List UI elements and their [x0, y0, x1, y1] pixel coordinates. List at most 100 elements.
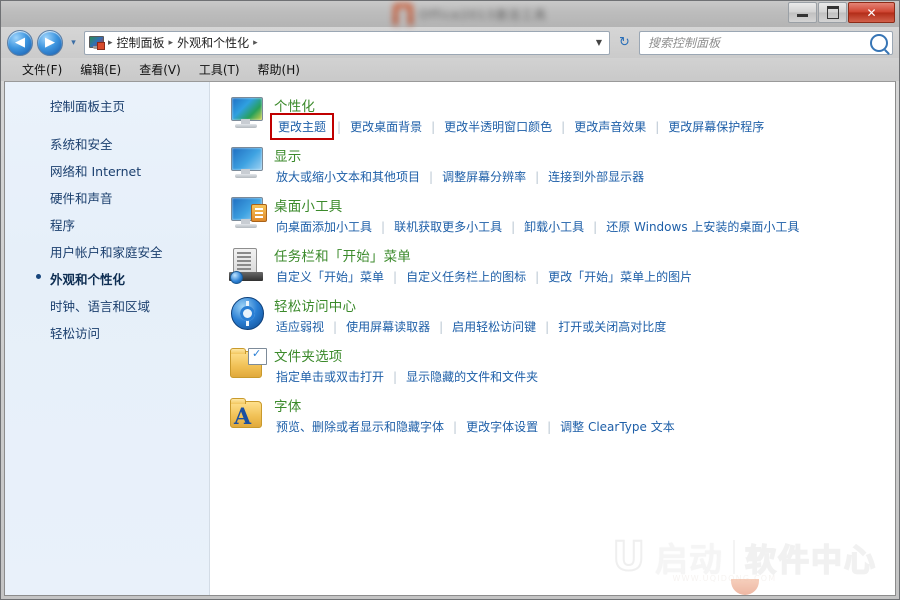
link-adjust-resolution[interactable]: 调整屏幕分辨率 [440, 167, 528, 186]
ease-of-access-icon [228, 296, 268, 334]
address-dropdown-icon[interactable]: ▼ [591, 38, 607, 47]
category-links: 向桌面添加小工具 | 联机获取更多小工具 | 卸载小工具 | 还原 Window… [274, 217, 801, 236]
sidebar-item-appearance-and-personalization[interactable]: 外观和个性化 [5, 265, 209, 292]
close-button[interactable]: ✕ [848, 2, 895, 23]
window-controls: ✕ [788, 2, 895, 23]
link-turn-on-easy-access-keys[interactable]: 启用轻松访问键 [450, 317, 538, 336]
category-title-display[interactable]: 显示 [274, 145, 646, 165]
category-folder-options: 文件夹选项 指定单击或双击打开 | 显示隐藏的文件和文件夹 [210, 344, 895, 394]
history-dropdown-icon[interactable]: ▾ [67, 31, 80, 55]
link-separator: | [528, 270, 546, 284]
menu-edit[interactable]: 编辑(E) [71, 59, 130, 80]
category-title-personalization[interactable]: 个性化 [274, 95, 766, 115]
breadcrumb-item-appearance[interactable]: 外观和个性化 [174, 34, 252, 51]
menu-file[interactable]: 文件(F) [13, 59, 71, 80]
restore-icon [827, 6, 839, 19]
link-preview-delete-fonts[interactable]: 预览、删除或者显示和隐藏字体 [274, 417, 446, 436]
refresh-button[interactable]: ↻ [614, 32, 635, 53]
menu-tools[interactable]: 工具(T) [190, 59, 249, 80]
search-box[interactable]: 搜索控制面板 [639, 31, 893, 55]
watermark-brand: 启动 [655, 533, 723, 581]
link-separator: | [374, 220, 392, 234]
category-title-desktop-gadgets[interactable]: 桌面小工具 [274, 195, 801, 215]
menu-help[interactable]: 帮助(H) [249, 59, 309, 80]
maximize-restore-button[interactable] [818, 2, 847, 23]
link-change-window-color[interactable]: 更改半透明窗口颜色 [442, 117, 554, 136]
link-use-screen-reader[interactable]: 使用屏幕读取器 [344, 317, 432, 336]
sidebar-item-clock-language-region[interactable]: 时钟、语言和区域 [5, 292, 209, 319]
forward-button[interactable]: ▶ [37, 30, 63, 56]
back-button[interactable]: ◀ [7, 30, 33, 56]
link-restore-gadgets[interactable]: 还原 Windows 上安装的桌面小工具 [604, 217, 801, 236]
link-separator: | [554, 120, 572, 134]
category-body: 字体 预览、删除或者显示和隐藏字体 | 更改字体设置 | 调整 ClearTyp… [268, 394, 677, 436]
category-title-ease-of-access[interactable]: 轻松访问中心 [274, 295, 668, 315]
link-adjust-cleartype[interactable]: 调整 ClearType 文本 [558, 417, 677, 436]
link-separator: | [330, 120, 348, 134]
link-separator: | [528, 170, 546, 184]
link-change-screen-saver[interactable]: 更改屏幕保护程序 [666, 117, 766, 136]
sidebar-item-network-and-internet[interactable]: 网络和 Internet [5, 157, 209, 184]
title-bar: Office2013激活工具 ✕ [1, 1, 899, 27]
address-bar: ◀ ▶ ▾ ▸ 控制面板 ▸ 外观和个性化 ▸ ▼ ↻ 搜索控制面板 [1, 27, 899, 58]
category-title-folder-options[interactable]: 文件夹选项 [274, 345, 540, 365]
link-change-theme[interactable]: 更改主题 [274, 117, 330, 136]
category-body: 显示 放大或缩小文本和其他项目 | 调整屏幕分辨率 | 连接到外部显示器 [268, 144, 646, 186]
category-title-fonts[interactable]: 字体 [274, 395, 677, 415]
category-links: 放大或缩小文本和其他项目 | 调整屏幕分辨率 | 连接到外部显示器 [274, 167, 646, 186]
category-ease-of-access: 轻松访问中心 适应弱视 | 使用屏幕读取器 | 启用轻松访问键 | 打开或关闭高… [210, 294, 895, 344]
link-change-font-settings[interactable]: 更改字体设置 [464, 417, 540, 436]
link-separator: | [504, 220, 522, 234]
link-add-gadgets[interactable]: 向桌面添加小工具 [274, 217, 374, 236]
link-make-text-larger[interactable]: 放大或缩小文本和其他项目 [274, 167, 422, 186]
search-input[interactable]: 搜索控制面板 [648, 34, 870, 51]
link-uninstall-gadget[interactable]: 卸载小工具 [522, 217, 586, 236]
link-show-hidden-files[interactable]: 显示隐藏的文件和文件夹 [404, 367, 540, 386]
link-change-desktop-background[interactable]: 更改桌面背景 [348, 117, 424, 136]
breadcrumb-item-control-panel[interactable]: 控制面板 [114, 34, 168, 51]
category-display: 显示 放大或缩小文本和其他项目 | 调整屏幕分辨率 | 连接到外部显示器 [210, 144, 895, 194]
link-accommodate-low-vision[interactable]: 适应弱视 [274, 317, 326, 336]
link-separator: | [446, 420, 464, 434]
watermark-url: WWW.UQIDONG.COM [673, 574, 777, 583]
category-title-taskbar[interactable]: 任务栏和「开始」菜单 [274, 245, 694, 265]
monitor-screen-shape [231, 147, 263, 171]
watermark-suffix: 软件中心 [745, 535, 877, 580]
menu-view[interactable]: 查看(V) [130, 59, 190, 80]
category-links: 适应弱视 | 使用屏幕读取器 | 启用轻松访问键 | 打开或关闭高对比度 [274, 317, 668, 336]
link-connect-external-display[interactable]: 连接到外部显示器 [546, 167, 646, 186]
sidebar-item-ease-of-access[interactable]: 轻松访问 [5, 319, 209, 346]
link-separator: | [424, 120, 442, 134]
link-separator: | [386, 270, 404, 284]
content-area: 个性化 更改主题 | 更改桌面背景 | 更改半透明窗口颜色 | 更改声音效果 |… [210, 82, 895, 595]
link-change-start-menu-picture[interactable]: 更改「开始」菜单上的图片 [546, 267, 694, 286]
link-change-sound-effects[interactable]: 更改声音效果 [572, 117, 648, 136]
link-separator: | [386, 370, 404, 384]
sidebar-item-hardware-and-sound[interactable]: 硬件和声音 [5, 184, 209, 211]
display-monitor-icon [228, 146, 268, 184]
gadget-badge-icon [251, 204, 267, 222]
link-separator: | [432, 320, 450, 334]
window-title: Office2013激活工具 [419, 6, 547, 23]
category-desktop-gadgets: 桌面小工具 向桌面添加小工具 | 联机获取更多小工具 | 卸载小工具 | 还原 … [210, 194, 895, 244]
sidebar-item-programs[interactable]: 程序 [5, 211, 209, 238]
link-customize-start-menu[interactable]: 自定义「开始」菜单 [274, 267, 386, 286]
link-specify-click-behavior[interactable]: 指定单击或双击打开 [274, 367, 386, 386]
watermark-divider [733, 540, 735, 574]
breadcrumb[interactable]: ▸ 控制面板 ▸ 外观和个性化 ▸ ▼ [84, 31, 610, 55]
link-toggle-high-contrast[interactable]: 打开或关闭高对比度 [556, 317, 668, 336]
category-links: 指定单击或双击打开 | 显示隐藏的文件和文件夹 [274, 367, 540, 386]
sidebar-item-system-and-security[interactable]: 系统和安全 [5, 130, 209, 157]
link-separator: | [586, 220, 604, 234]
link-get-more-gadgets[interactable]: 联机获取更多小工具 [392, 217, 504, 236]
window-title-group: Office2013激活工具 [393, 3, 547, 25]
sidebar-item-user-accounts[interactable]: 用户帐户和家庭安全 [5, 238, 209, 265]
sidebar-spacer [5, 118, 209, 130]
minimize-button[interactable] [788, 2, 817, 23]
sidebar-item-control-panel-home[interactable]: 控制面板主页 [5, 93, 209, 118]
category-body: 文件夹选项 指定单击或双击打开 | 显示隐藏的文件和文件夹 [268, 344, 540, 386]
letter-a-glyph: A [234, 406, 251, 428]
link-separator: | [540, 420, 558, 434]
breadcrumb-separator-2[interactable]: ▸ [252, 38, 259, 48]
link-customize-taskbar-icons[interactable]: 自定义任务栏上的图标 [404, 267, 528, 286]
